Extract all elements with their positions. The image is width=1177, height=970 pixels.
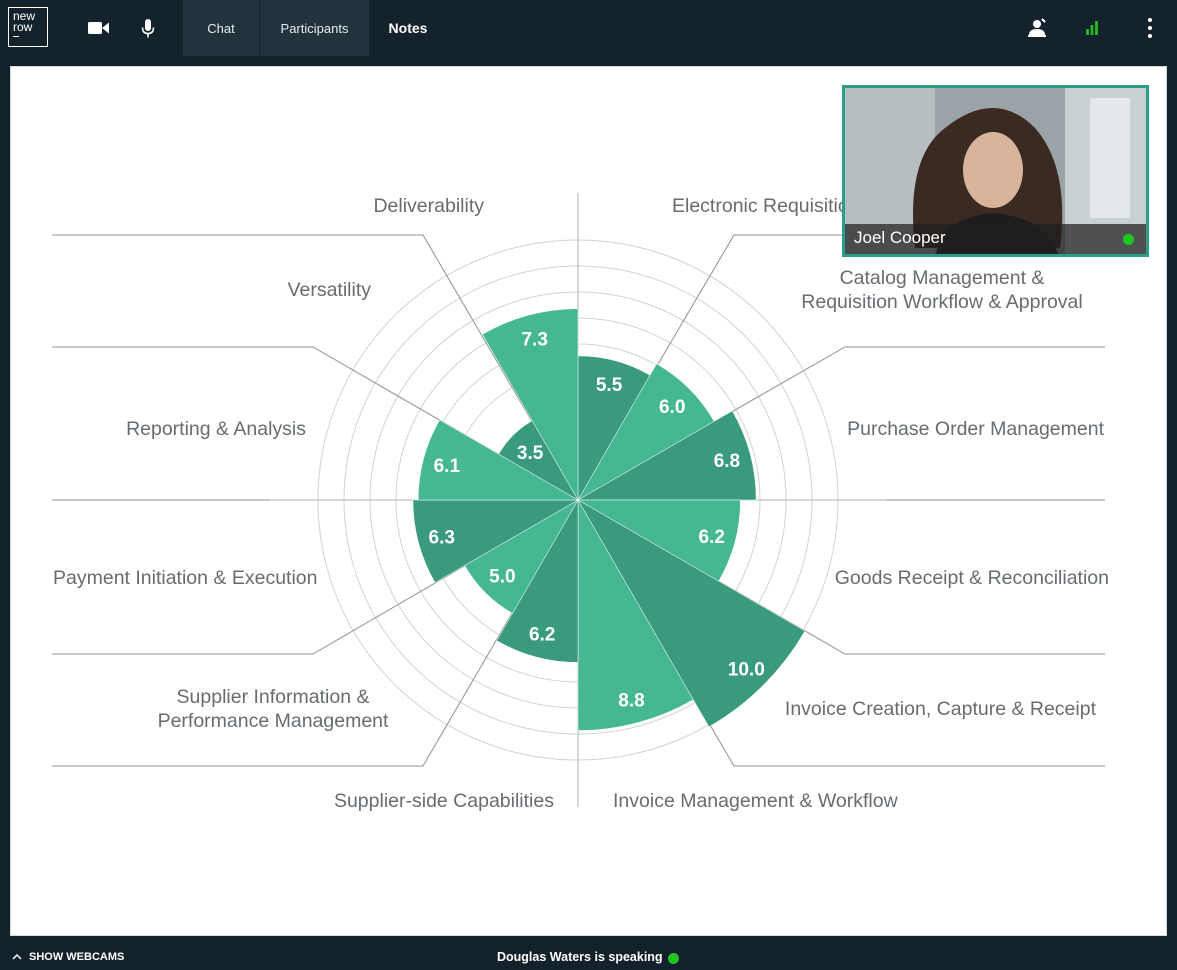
- chart-category-label: Versatility: [288, 279, 372, 301]
- show-webcams-button[interactable]: SHOW WEBCAMS: [12, 951, 124, 963]
- chart-category-label: Supplier-side Capabilities: [334, 790, 554, 812]
- chart-value-label: 6.0: [659, 397, 685, 418]
- speaking-status: Douglas Waters is speaking: [497, 950, 663, 964]
- chart-category-label: Requisition Workflow & Approval: [801, 291, 1082, 313]
- chart-category-label: Electronic Requisition: [672, 195, 860, 217]
- chart-value-label: 5.0: [489, 567, 515, 588]
- chart-category-label: Purchase Order Management: [847, 418, 1104, 440]
- webcam-participant-name: Joel Cooper: [854, 228, 946, 247]
- chart-value-label: 6.1: [434, 456, 461, 477]
- webcam-status-dot: [1123, 234, 1134, 245]
- chart-value-label: 3.5: [517, 443, 544, 464]
- chart-value-label: 6.3: [429, 528, 455, 549]
- show-webcams-label: SHOW WEBCAMS: [29, 951, 125, 963]
- chart-category-label: Deliverability: [373, 195, 484, 217]
- chart-category-label: Invoice Creation, Capture & Receipt: [785, 698, 1097, 720]
- chart-category-label: Reporting & Analysis: [126, 418, 306, 440]
- chart-value-label: 10.0: [728, 659, 765, 680]
- chart-category-label: Supplier Information &: [177, 686, 370, 708]
- chevron-up-icon: [12, 953, 22, 960]
- chart-value-label: 7.3: [521, 329, 547, 350]
- chart-value-label: 8.8: [618, 691, 644, 712]
- chart-category-label: Catalog Management &: [840, 267, 1045, 289]
- chart-value-label: 5.5: [596, 375, 623, 396]
- webcam-tile[interactable]: Joel Cooper: [842, 85, 1149, 257]
- speaking-indicator-dot: [668, 953, 679, 964]
- chart-value-label: 6.2: [529, 625, 555, 646]
- chart-category-label: Goods Receipt & Reconciliation: [835, 567, 1109, 589]
- chart-category-label: Payment Initiation & Execution: [53, 567, 317, 589]
- chart-value-label: 6.8: [714, 451, 740, 472]
- bottom-bar: SHOW WEBCAMS Douglas Waters is speaking: [0, 946, 1177, 970]
- chart-category-label: Invoice Management & Workflow: [613, 790, 899, 812]
- chart-value-label: 6.2: [699, 527, 725, 548]
- chart-category-label: Performance Management: [158, 710, 389, 732]
